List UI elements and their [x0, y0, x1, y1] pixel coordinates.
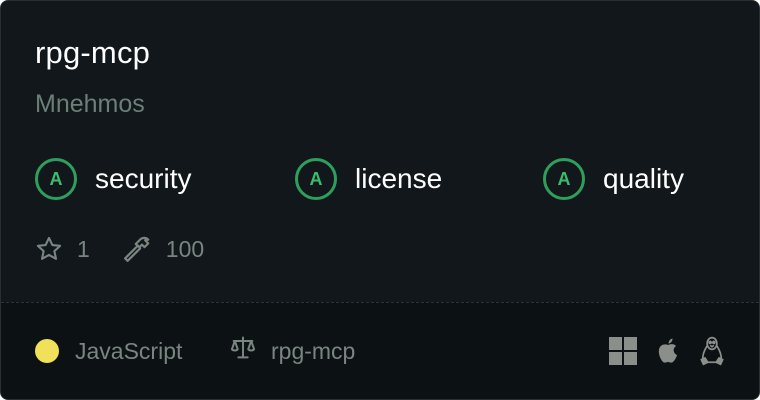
grade-label: license	[355, 163, 443, 194]
star-count: 1	[77, 235, 90, 262]
windows-icon	[609, 337, 637, 365]
grade-badge: A	[35, 158, 77, 200]
language-color-dot	[35, 339, 59, 363]
repo-owner[interactable]: Mnehmos	[35, 90, 145, 119]
license-label: rpg-mcp	[271, 337, 356, 364]
tool-count: 100	[165, 235, 205, 262]
platform-list	[591, 303, 725, 399]
grade-label: quality	[603, 163, 684, 194]
grade-license[interactable]: A license	[295, 155, 442, 203]
repo-stats: 1 100	[35, 234, 204, 264]
language-label: JavaScript	[75, 337, 183, 364]
hammer-icon	[122, 234, 152, 264]
linux-icon	[699, 336, 725, 366]
grade-quality[interactable]: A quality	[543, 155, 684, 203]
scale-icon	[229, 334, 257, 368]
license-info: rpg-mcp	[229, 303, 355, 399]
grade-badge: A	[295, 158, 337, 200]
server-card[interactable]: rpg-mcp Mnehmos A security A license A q…	[0, 0, 760, 400]
card-footer: JavaScript rpg-mcp	[1, 302, 759, 399]
star-icon	[35, 235, 63, 263]
apple-icon	[655, 337, 681, 365]
grade-badge: A	[543, 158, 585, 200]
language-info: JavaScript	[35, 303, 182, 399]
card-header: rpg-mcp Mnehmos A security A license A q…	[1, 1, 759, 303]
grade-security[interactable]: A security	[35, 155, 191, 203]
grade-label: security	[95, 163, 192, 194]
repo-title[interactable]: rpg-mcp	[35, 35, 150, 71]
